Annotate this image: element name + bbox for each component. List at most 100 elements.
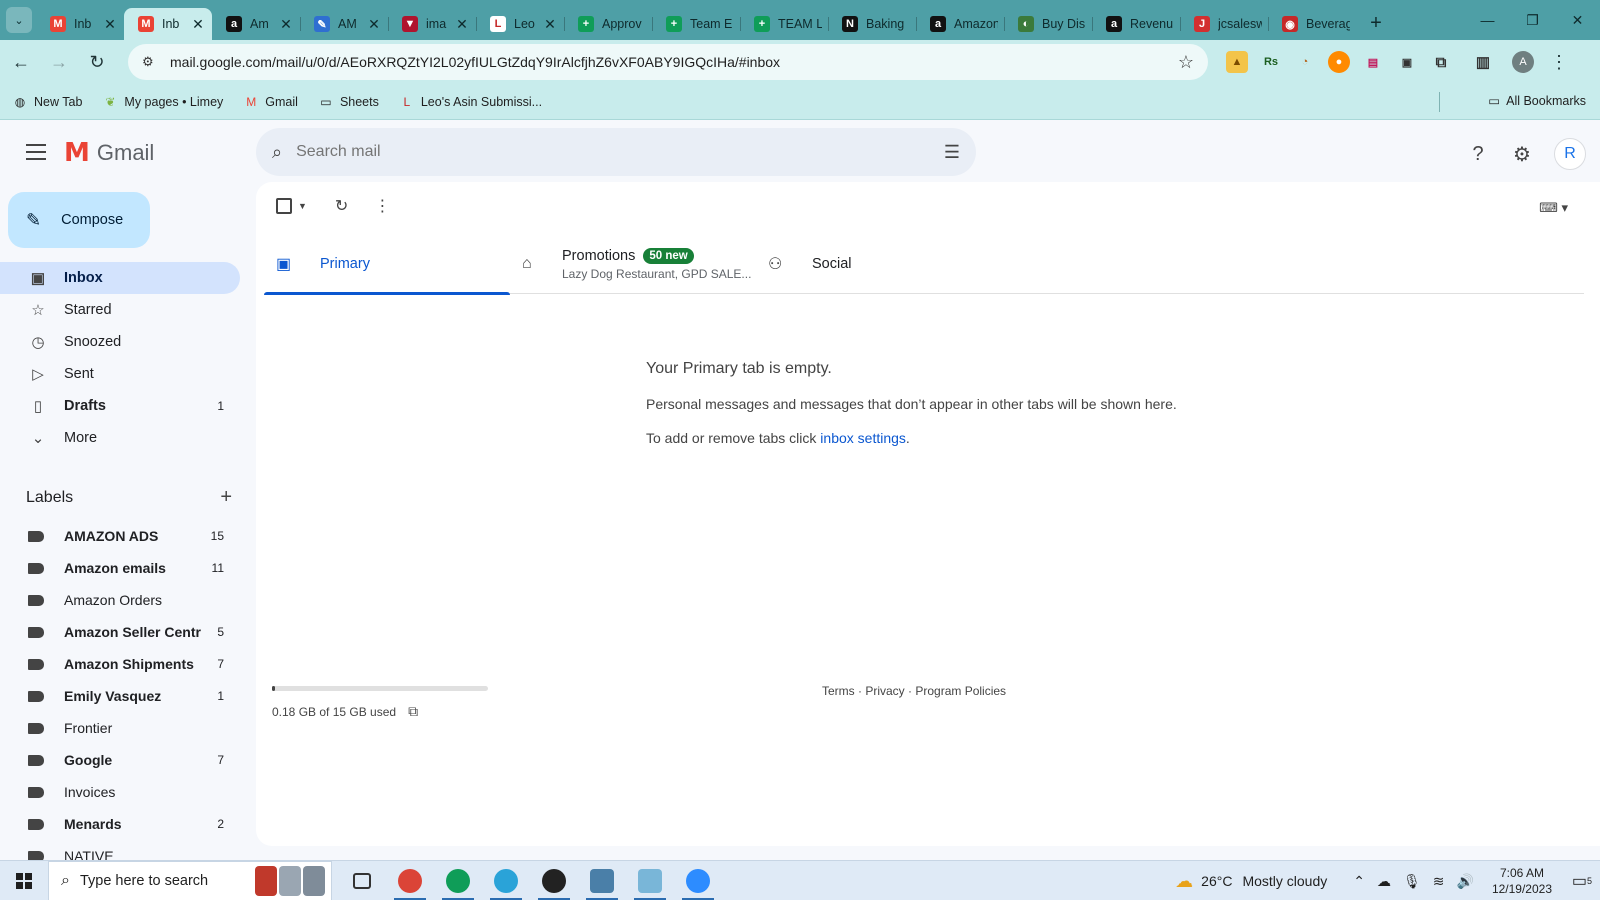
help-icon[interactable]: ? (1458, 134, 1498, 174)
start-button[interactable] (0, 861, 48, 900)
tab-search-button[interactable]: ⌄ (6, 7, 32, 33)
browser-tab[interactable]: + Team E (652, 8, 740, 40)
show-hidden-icons-icon[interactable]: ⌃ (1353, 873, 1365, 890)
label-item[interactable]: Amazon Shipments 7 (0, 648, 240, 680)
tab-social[interactable]: ⚇ Social (756, 234, 1002, 294)
chrome-app[interactable] (386, 861, 434, 900)
task-view-app[interactable] (338, 861, 386, 900)
browser-menu-icon[interactable]: ⋮ (1550, 52, 1568, 73)
telegram-app[interactable] (482, 861, 530, 900)
extension-icon[interactable]: ▤ (1362, 51, 1384, 73)
microphone-icon[interactable]: 🎙 (1403, 873, 1421, 890)
site-info-icon[interactable]: ⚙ (142, 54, 160, 70)
browser-tab[interactable]: N Baking (828, 8, 916, 40)
bookmark-star-icon[interactable]: ☆ (1178, 52, 1194, 73)
back-button[interactable]: ← (4, 45, 38, 79)
settings-gear-icon[interactable]: ⚙ (1502, 134, 1542, 174)
restore-icon[interactable]: ❐ (1510, 0, 1555, 40)
taskbar-search[interactable]: ⌕ Type here to search (48, 860, 332, 900)
calculator-app[interactable] (578, 861, 626, 900)
add-label-icon[interactable]: + (220, 486, 232, 509)
notifications-icon[interactable]: ▭ 5 (1564, 861, 1600, 900)
label-item[interactable]: Menards 2 (0, 808, 240, 840)
sidebar-item-drafts[interactable]: ▯ Drafts 1 (0, 390, 240, 422)
search-input[interactable] (296, 143, 944, 161)
browser-tab[interactable]: a Amazon (916, 8, 1004, 40)
browser-tab[interactable]: ▼ ima ✕ (388, 8, 476, 40)
extensions-puzzle-icon[interactable]: ⧉ (1430, 51, 1452, 73)
input-tools-icon[interactable]: ⌨ ▾ (1539, 200, 1568, 216)
url-text[interactable]: mail.google.com/mail/u/0/d/AEoRXRQZtYI2L… (170, 54, 1178, 70)
account-avatar[interactable]: R (1554, 138, 1586, 170)
new-tab-button[interactable]: + (1362, 9, 1390, 37)
extension-icon[interactable]: ◔ (1294, 51, 1316, 73)
minimize-icon[interactable]: — (1465, 0, 1510, 40)
close-tab-icon[interactable]: ✕ (190, 16, 206, 33)
browser-tab[interactable]: ✎ AM ✕ (300, 8, 388, 40)
terms-link[interactable]: Terms (822, 684, 855, 698)
sidebar-item-inbox[interactable]: ▣ Inbox (0, 262, 240, 294)
label-item[interactable]: Invoices (0, 776, 240, 808)
sidebar-item-starred[interactable]: ☆ Starred (0, 294, 240, 326)
browser-tab[interactable]: a Am ✕ (212, 8, 300, 40)
main-menu-icon[interactable] (24, 142, 48, 162)
zoom-app[interactable] (674, 861, 722, 900)
program-policies-link[interactable]: Program Policies (915, 684, 1006, 698)
bookmark-item[interactable]: M Gmail (243, 94, 298, 110)
close-tab-icon[interactable]: ✕ (102, 16, 118, 33)
clock[interactable]: 7:06 AM 12/19/2023 (1492, 865, 1552, 897)
notes-app[interactable] (626, 861, 674, 900)
select-dropdown-icon[interactable]: ▼ (298, 201, 307, 211)
tab-promotions[interactable]: ⌂ Promotions 50 new Lazy Dog Restaurant,… (510, 234, 756, 294)
close-tab-icon[interactable]: ✕ (278, 16, 294, 33)
inbox-settings-link[interactable]: inbox settings (820, 430, 906, 446)
side-panel-icon[interactable]: ▥ (1472, 51, 1494, 73)
browser-tab[interactable]: + Approv (564, 8, 652, 40)
label-item[interactable]: Amazon Orders (0, 584, 240, 616)
close-tab-icon[interactable]: ✕ (366, 16, 382, 33)
volume-icon[interactable]: 🔊 (1457, 873, 1474, 890)
weather-widget[interactable]: ☁ 26°C Mostly cloudy (1175, 871, 1327, 892)
compose-button[interactable]: ✎ Compose (8, 192, 150, 248)
off-extension-icon[interactable]: ▣ (1396, 51, 1418, 73)
browser-tab[interactable]: + TEAM L (740, 8, 828, 40)
browser-tab[interactable]: M Inb ✕ (36, 8, 124, 40)
open-external-icon[interactable]: ⧉ (408, 703, 418, 720)
label-item[interactable]: AMAZON ADS 15 (0, 520, 240, 552)
sidebar-item-sent[interactable]: ▷ Sent (0, 358, 240, 390)
forward-button[interactable]: → (42, 45, 76, 79)
refresh-icon[interactable]: ↻ (335, 196, 348, 216)
label-item[interactable]: Emily Vasquez 1 (0, 680, 240, 712)
close-window-icon[interactable]: ✕ (1555, 0, 1600, 40)
extension-icon[interactable]: ▲ (1226, 51, 1248, 73)
browser-tab[interactable]: Jjcsalesw (1180, 8, 1268, 40)
onedrive-icon[interactable]: ☁ (1377, 873, 1391, 890)
wifi-icon[interactable]: ≋ (1433, 873, 1445, 890)
reload-button[interactable]: ↻ (80, 45, 114, 79)
search-icon[interactable]: ⌕ (272, 142, 282, 163)
browser-tab[interactable]: M Inb ✕ (124, 8, 212, 40)
browser-tab[interactable]: ◉ Beverag (1268, 8, 1356, 40)
browser-tab[interactable]: L Leo ✕ (476, 8, 564, 40)
label-item[interactable]: Amazon emails 11 (0, 552, 240, 584)
extension-icon[interactable]: Rs (1260, 51, 1282, 73)
gmail-logo[interactable]: M Gmail (64, 138, 154, 168)
close-tab-icon[interactable]: ✕ (454, 16, 470, 33)
select-all-checkbox[interactable] (276, 198, 292, 214)
search-options-icon[interactable]: ☰ (944, 142, 960, 163)
label-item[interactable]: Google 7 (0, 744, 240, 776)
bookmark-item[interactable]: ◍ New Tab (12, 94, 83, 110)
bookmark-item[interactable]: ❦ My pages • Limey (102, 94, 223, 110)
bookmark-item[interactable]: ▭ Sheets (318, 94, 379, 110)
label-item[interactable]: Frontier (0, 712, 240, 744)
browser-tab[interactable]: ◐ Buy Dis (1004, 8, 1092, 40)
tab-primary[interactable]: ▣ Primary (264, 234, 510, 295)
label-item[interactable]: Amazon Seller Centr 5 (0, 616, 240, 648)
sidebar-item-more[interactable]: ⌄ More (0, 422, 240, 454)
all-bookmarks-button[interactable]: ▭ All Bookmarks (1488, 93, 1586, 109)
obs-app[interactable] (530, 861, 578, 900)
close-tab-icon[interactable]: ✕ (542, 16, 558, 33)
privacy-link[interactable]: Privacy (865, 684, 904, 698)
address-bar[interactable]: ⚙ mail.google.com/mail/u/0/d/AEoRXRQZtYI… (128, 44, 1208, 80)
sidebar-item-snoozed[interactable]: ◷ Snoozed (0, 326, 240, 358)
